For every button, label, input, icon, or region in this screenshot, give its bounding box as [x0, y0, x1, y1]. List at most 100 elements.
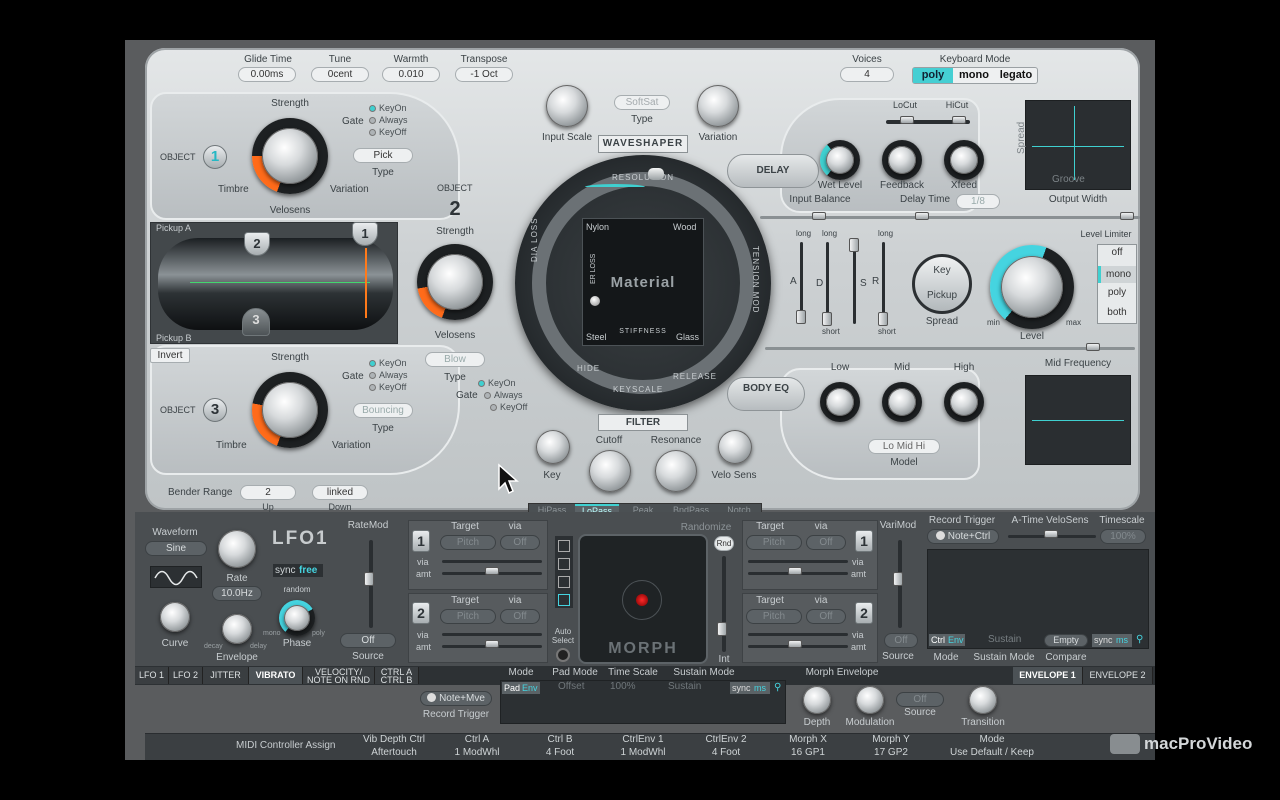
target1-via-field[interactable]: Off [500, 535, 540, 550]
ratemod-thumb[interactable] [364, 572, 374, 586]
object2-gate-always[interactable]: Always [484, 390, 523, 400]
body-eq-button[interactable]: BODY EQ [727, 377, 805, 411]
target3-via-field[interactable]: Off [806, 535, 846, 550]
resolution-handle[interactable] [648, 168, 664, 180]
eq-model-field[interactable]: Lo Mid Hi [868, 439, 940, 454]
xfeed-knob[interactable] [950, 146, 978, 174]
object3-type-field[interactable]: Bouncing [353, 403, 413, 418]
object1-gate-keyon[interactable]: KeyOn [369, 103, 407, 113]
object1-gate-keyoff[interactable]: KeyOff [369, 127, 406, 137]
warmth-field[interactable]: 0.010 [382, 67, 440, 82]
object2-strength-knob[interactable] [427, 254, 483, 310]
voices-field[interactable]: 4 [840, 67, 894, 82]
morph-env-option[interactable]: Env [522, 682, 538, 694]
level-knob[interactable] [1001, 256, 1063, 318]
target4-via-slider[interactable] [748, 633, 848, 636]
object3-strength-knob[interactable] [262, 382, 318, 438]
target1-amt-thumb[interactable] [485, 567, 499, 575]
locut-thumb[interactable] [900, 116, 914, 124]
object2-type-field[interactable]: Blow [425, 352, 485, 367]
object3-gate-keyoff[interactable]: KeyOff [369, 382, 406, 392]
tab-jitter[interactable]: JITTER [203, 667, 249, 684]
sustain-thumb[interactable] [849, 238, 859, 252]
poly-option[interactable]: poly [913, 68, 953, 83]
bender-down-field[interactable]: linked [312, 485, 368, 500]
tab-lfo2[interactable]: LFO 2 [169, 667, 203, 684]
lfo-rate-knob[interactable] [218, 530, 256, 568]
morph-depth-knob[interactable] [803, 686, 831, 714]
target3-via-slider[interactable] [748, 560, 848, 563]
morph-zoom-icon[interactable]: ⚲ [774, 682, 786, 694]
morph-ms-option[interactable]: ms [754, 682, 766, 694]
tab-ctrl-a-b[interactable]: CTRL A CTRL B [375, 667, 419, 685]
object3-gate-always[interactable]: Always [369, 370, 408, 380]
morph-y-column[interactable]: Morph Y 17 GP2 [872, 733, 910, 759]
ctrlenv-2-column[interactable]: CtrlEnv 24 Foot [705, 733, 746, 759]
target4-via-field[interactable]: Off [806, 609, 846, 624]
spread-control[interactable] [912, 254, 972, 314]
target2-via-field[interactable]: Off [500, 609, 540, 624]
hicut-thumb[interactable] [952, 116, 966, 124]
target3-field[interactable]: Pitch [746, 535, 802, 550]
target2-via-slider[interactable] [442, 633, 542, 636]
transpose-field[interactable]: -1 Oct [455, 67, 513, 82]
rnd-intensity-thumb[interactable] [717, 622, 727, 636]
env-option[interactable]: Env [948, 634, 964, 646]
morph-point-button-1[interactable] [558, 540, 570, 552]
morph-sync-option[interactable]: sync [732, 682, 751, 694]
glide-time-field[interactable]: 0.00ms [238, 67, 296, 82]
release-thumb[interactable] [878, 312, 888, 326]
attack-thumb[interactable] [796, 310, 806, 324]
mid-frequency-slider[interactable] [765, 347, 1135, 350]
legato-option[interactable]: legato [995, 68, 1037, 83]
waveshaper-variation-knob[interactable] [697, 85, 739, 127]
target4-amt-thumb[interactable] [788, 640, 802, 648]
object1-strength-knob[interactable] [262, 128, 318, 184]
target2-amt-thumb[interactable] [485, 640, 499, 648]
input-scale-knob[interactable] [546, 85, 588, 127]
wet-level-knob[interactable] [826, 146, 854, 174]
eq-mid-knob[interactable] [888, 388, 916, 416]
delay-time-thumb[interactable] [915, 212, 929, 220]
pickup-string-display[interactable] [158, 238, 393, 330]
tune-field[interactable]: 0cent [311, 67, 369, 82]
mid-frequency-thumb[interactable] [1086, 343, 1100, 351]
timescale-field[interactable]: 100% [1100, 529, 1146, 544]
lfo-waveform-field[interactable]: Sine [145, 541, 207, 556]
tab-vibrato[interactable]: VIBRATO [249, 667, 303, 684]
ctrl-option[interactable]: Ctrl [931, 634, 945, 646]
sync-option[interactable]: sync [1094, 634, 1113, 647]
sustain-button[interactable]: Sustain [988, 634, 1021, 645]
eq-high-knob[interactable] [950, 388, 978, 416]
rnd-intensity-slider[interactable] [722, 556, 726, 652]
morph-source-field[interactable]: Off [896, 692, 944, 707]
midi-mode-column[interactable]: Mode Use Default / Keep [950, 733, 1034, 759]
pad-option[interactable]: Pad [504, 682, 520, 694]
filter-key-knob[interactable] [536, 430, 570, 464]
lfo-sync-option[interactable]: sync [275, 564, 296, 577]
mono-option[interactable]: mono [954, 68, 994, 83]
object2-gate-keyoff[interactable]: KeyOff [490, 402, 527, 412]
hide-button[interactable]: HIDE [577, 364, 600, 373]
feedback-knob[interactable] [888, 146, 916, 174]
eq-low-knob[interactable] [826, 388, 854, 416]
lfo-rate-field[interactable]: 10.0Hz [212, 586, 262, 601]
ratemod-source-field[interactable]: Off [340, 633, 396, 648]
target1-via-slider[interactable] [442, 560, 542, 563]
morph-pad-cursor[interactable] [636, 594, 648, 606]
limiter-mono-option[interactable]: mono [1098, 266, 1136, 283]
morph-modulation-knob[interactable] [856, 686, 884, 714]
target4-field[interactable]: Pitch [746, 609, 802, 624]
waveshaper-button[interactable]: WAVESHAPER [598, 135, 688, 153]
limiter-poly-option[interactable]: poly [1098, 287, 1136, 298]
ctrl-b-column[interactable]: Ctrl B4 Foot [546, 733, 574, 759]
transition-knob[interactable] [969, 686, 997, 714]
target2-field[interactable]: Pitch [440, 609, 496, 624]
varimod-source-field[interactable]: Off [884, 633, 918, 648]
morph-point-button-3[interactable] [558, 576, 570, 588]
input-balance-thumb[interactable] [812, 212, 826, 220]
morph-x-column[interactable]: Morph X 16 GP1 [789, 733, 827, 759]
target3-amt-thumb[interactable] [788, 567, 802, 575]
delay-button[interactable]: DELAY [727, 154, 819, 188]
invert-button[interactable]: Invert [150, 348, 190, 363]
